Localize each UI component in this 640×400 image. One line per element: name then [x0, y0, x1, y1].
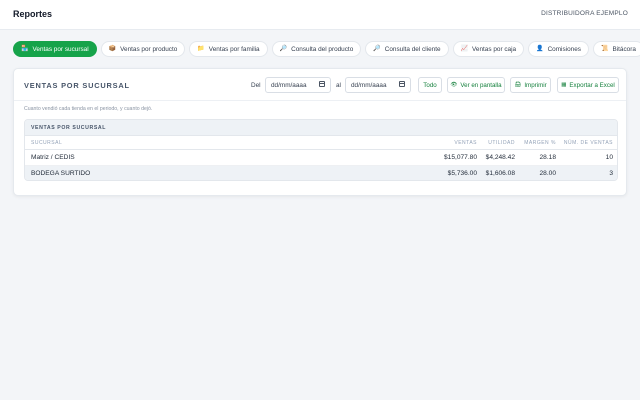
tab-ventas-por-caja[interactable]: 📈 Ventas por caja — [452, 41, 525, 57]
column-header-margen: MARGEN % — [524, 140, 556, 146]
printer-icon: 🖨 — [514, 82, 522, 88]
person-icon: 👤 — [536, 46, 544, 52]
package-icon: 📦 — [108, 46, 117, 52]
table-row[interactable]: BODEGA SURTIDO $5,736.00 $1,606.08 28.00… — [25, 166, 617, 180]
cell-utilidad: $1,606.08 — [485, 170, 515, 177]
export-excel-button[interactable]: ▦ Exportar a Excel — [557, 77, 619, 93]
tab-label: Ventas por producto — [120, 45, 178, 53]
print-label: Imprimir — [524, 81, 547, 89]
company-name[interactable]: DISTRIBUIDORA EJEMPLO — [541, 10, 628, 17]
cell-utilidad: $4,248.42 — [485, 154, 515, 161]
date-to-input[interactable]: dd/mm/aaaa — [345, 77, 411, 93]
calendar-icon[interactable] — [319, 81, 325, 87]
tab-label: Bitácora — [612, 45, 636, 53]
search-icon: 🔎 — [373, 46, 381, 52]
all-button[interactable]: Todo — [418, 77, 442, 93]
cell-sucursal: Matriz / CEDIS — [31, 154, 75, 161]
report-card: VENTAS POR SUCURSAL Del dd/mm/aaaa al dd… — [13, 68, 627, 196]
sales-table: VENTAS POR SUCURSAL SUCURSAL VENTAS UTIL… — [24, 119, 618, 181]
tab-consulta-del-cliente[interactable]: 🔎 Consulta del cliente — [365, 41, 449, 57]
report-title: VENTAS POR SUCURSAL — [24, 81, 130, 90]
tab-ventas-por-sucursal[interactable]: 🏪 Ventas por sucursal — [13, 41, 97, 57]
tab-label: Ventas por familia — [208, 45, 260, 53]
column-header-sucursal: SUCURSAL — [31, 140, 63, 146]
cell-num-ventas: 3 — [609, 170, 613, 177]
column-header-utilidad: UTILIDAD — [488, 140, 515, 146]
date-from-placeholder: dd/mm/aaaa — [271, 81, 307, 89]
spreadsheet-icon: ▦ — [561, 82, 567, 88]
tab-label: Comisiones — [547, 45, 581, 53]
store-icon: 🏪 — [21, 46, 29, 52]
cell-sucursal: BODEGA SURTIDO — [31, 170, 91, 177]
top-bar: Reportes DISTRIBUIDORA EJEMPLO — [0, 0, 640, 30]
tab-consulta-del-producto[interactable]: 🔎 Consulta del producto — [271, 41, 362, 57]
tab-label: Ventas por sucursal — [32, 45, 89, 53]
chart-icon: 📈 — [460, 46, 469, 52]
date-to-label: al — [336, 82, 341, 89]
cell-margen: 28.18 — [539, 154, 556, 161]
table-row[interactable]: Matriz / CEDIS $15,077.80 $4,248.42 28.1… — [25, 150, 617, 166]
report-tabs: 🏪 Ventas por sucursal 📦 Ventas por product… — [13, 41, 640, 57]
tab-label: Consulta del producto — [291, 45, 354, 53]
folder-icon: 📁 — [197, 46, 205, 52]
calendar-icon[interactable] — [399, 81, 405, 87]
export-excel-label: Exportar a Excel — [569, 81, 615, 89]
scroll-icon: 📜 — [600, 46, 609, 52]
view-on-screen-label: Ver en pantalla — [460, 81, 502, 89]
cell-margen: 28.00 — [539, 170, 556, 177]
table-header: SUCURSAL VENTAS UTILIDAD MARGEN % NÚM. D… — [25, 136, 617, 150]
cell-num-ventas: 10 — [605, 154, 613, 161]
tab-comisiones[interactable]: 👤 Comisiones — [528, 41, 589, 57]
date-from-input[interactable]: dd/mm/aaaa — [265, 77, 331, 93]
search-icon: 🔎 — [279, 46, 288, 52]
tab-ventas-por-producto[interactable]: 📦 Ventas por producto — [100, 41, 186, 57]
tab-bitacora[interactable]: 📜 Bitácora — [592, 41, 640, 57]
print-button[interactable]: 🖨 Imprimir — [510, 77, 551, 93]
tab-label: Ventas por caja — [472, 45, 517, 53]
tab-ventas-por-familia[interactable]: 📁 Ventas por familia — [189, 41, 268, 57]
cell-ventas: $15,077.80 — [443, 154, 477, 161]
date-to-placeholder: dd/mm/aaaa — [351, 81, 387, 89]
date-from-label: Del — [251, 82, 261, 89]
cell-ventas: $5,736.00 — [447, 170, 477, 177]
column-header-num-ventas: NÚM. DE VENTAS — [563, 140, 613, 146]
report-toolbar: VENTAS POR SUCURSAL Del dd/mm/aaaa al dd… — [14, 69, 626, 101]
table-caption: VENTAS POR SUCURSAL — [25, 120, 617, 136]
report-description: Cuanto vendió cada tienda en el periodo,… — [24, 106, 153, 112]
column-header-ventas: VENTAS — [454, 140, 477, 146]
eye-icon: 👁 — [450, 82, 458, 88]
page-title: Reportes — [13, 9, 53, 19]
view-on-screen-button[interactable]: 👁 Ver en pantalla — [447, 77, 505, 93]
tab-label: Consulta del cliente — [384, 45, 441, 53]
